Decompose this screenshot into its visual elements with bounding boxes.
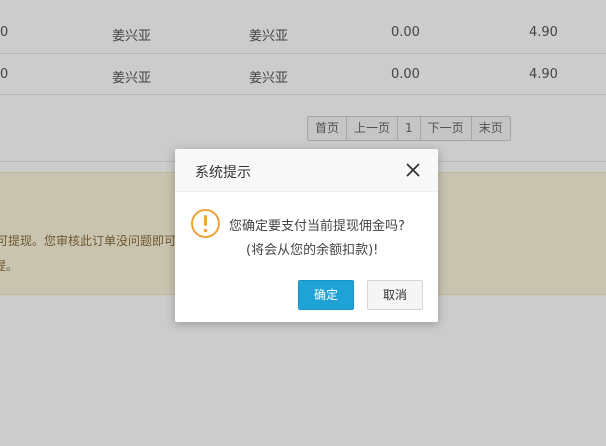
dialog-title: 系统提示 bbox=[195, 165, 251, 181]
cancel-button[interactable]: 取消 bbox=[367, 280, 423, 310]
dialog-message-line2: (将会从您的余额扣款)! bbox=[246, 243, 379, 258]
dialog-header: 系统提示 bbox=[175, 149, 438, 192]
confirm-dialog: 系统提示 您确定要支付当前提现佣金吗? (将会从您的余额扣款)! 确定 取消 bbox=[175, 149, 438, 322]
dialog-body: 您确定要支付当前提现佣金吗? (将会从您的余额扣款)! bbox=[175, 192, 438, 272]
warning-icon bbox=[190, 208, 221, 239]
dialog-message-line1: 您确定要支付当前提现佣金吗? bbox=[229, 219, 405, 234]
close-icon[interactable] bbox=[406, 163, 420, 177]
confirm-button[interactable]: 确定 bbox=[298, 280, 354, 310]
